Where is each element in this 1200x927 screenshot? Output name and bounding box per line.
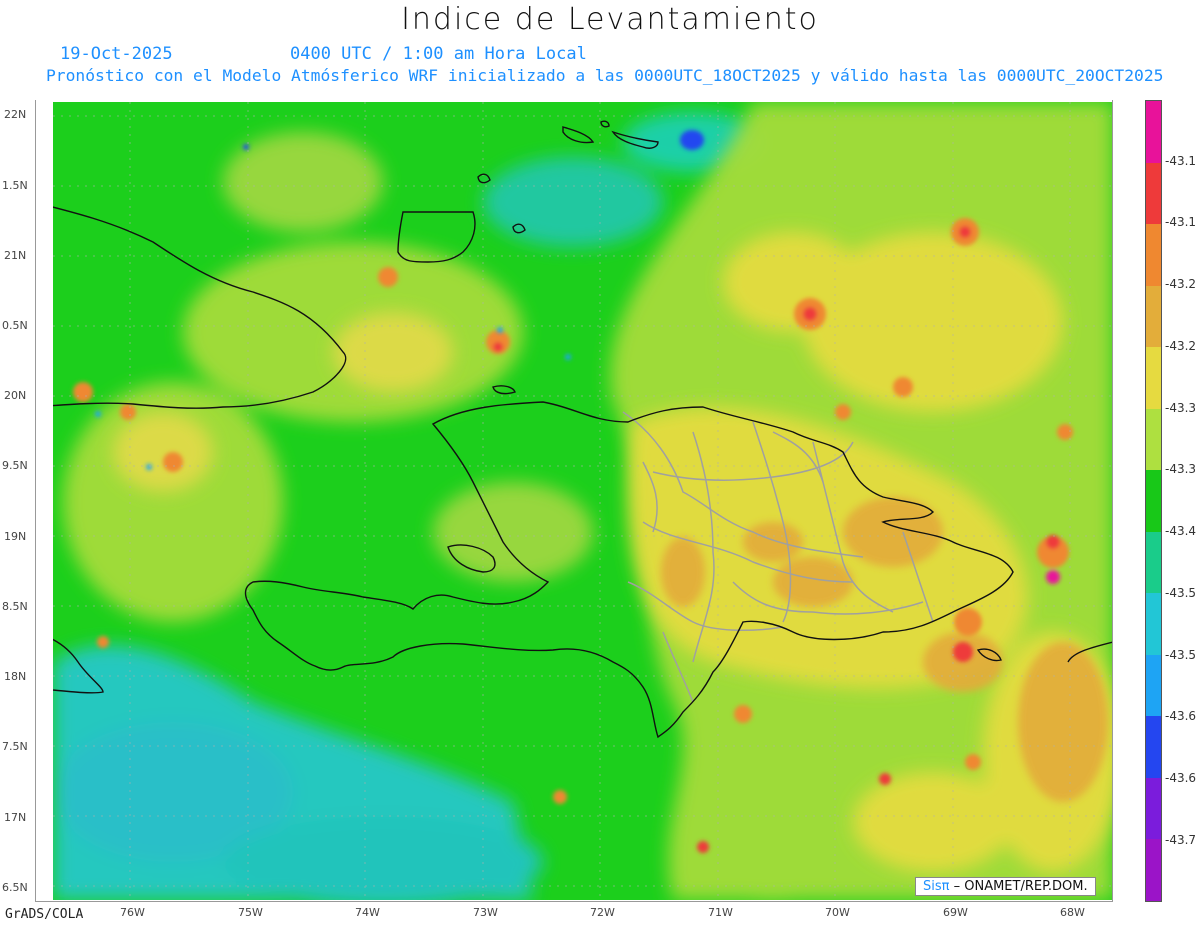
credit-text: – ONAMET/REP.DOM. [949, 879, 1088, 894]
colorbar-label: -43.6 [1165, 709, 1197, 723]
colorbar-label: -43.7 [1165, 833, 1197, 847]
forecast-time: 0400 UTC / 1:00 am Hora Local [290, 44, 587, 64]
colorbar-segment [1146, 101, 1161, 164]
colorbar-segment [1146, 716, 1161, 779]
credit-brand: Sisπ [923, 879, 950, 894]
colorbar-label: -43.5 [1165, 586, 1197, 600]
colorbar-segment [1146, 408, 1161, 471]
lon-label: 68W [1060, 906, 1085, 919]
colorbar [1145, 100, 1162, 902]
colorbar-segment [1146, 593, 1161, 656]
lat-label: 21N [4, 249, 27, 262]
lon-label: 76W [120, 906, 145, 919]
software-label: GrADS/COLA [5, 907, 84, 922]
colorbar-label: -43.2 [1165, 277, 1197, 291]
colorbar-segment [1146, 654, 1161, 717]
lat-label: 0.5N [2, 319, 28, 332]
lat-label: 9.5N [2, 459, 28, 472]
colorbar-segment [1146, 347, 1161, 410]
colorbar-segment [1146, 285, 1161, 348]
lon-label: 71W [708, 906, 733, 919]
lat-label: 18N [4, 670, 27, 683]
lat-label: 8.5N [2, 600, 28, 613]
lon-label: 73W [473, 906, 498, 919]
colorbar-label: -43.1 [1165, 154, 1197, 168]
map-title: Indice de Levantamiento [401, 2, 819, 37]
forecast-date: 19-Oct-2025 [60, 44, 173, 64]
colorbar-label: -43.6 [1165, 771, 1197, 785]
forecast-description: Pronóstico con el Modelo Atmósferico WRF… [46, 66, 1164, 85]
lon-label: 75W [238, 906, 263, 919]
lat-label: 7.5N [2, 740, 28, 753]
colorbar-segment [1146, 777, 1161, 840]
lat-label: 20N [4, 389, 27, 402]
lon-label: 74W [355, 906, 380, 919]
colorbar-label: -43.3 [1165, 462, 1197, 476]
lat-label: 19N [4, 530, 27, 543]
colorbar-label: -43.4 [1165, 524, 1197, 538]
lon-label: 72W [590, 906, 615, 919]
lat-label: 22N [4, 108, 27, 121]
colorbar-segment [1146, 224, 1161, 287]
lat-label: 6.5N [2, 881, 28, 894]
colorbar-label: -43.1 [1165, 215, 1197, 229]
lon-label: 70W [825, 906, 850, 919]
colorbar-label: -43.2 [1165, 339, 1197, 353]
credit-box: Sisπ – ONAMET/REP.DOM. [915, 877, 1096, 896]
colorbar-segment [1146, 470, 1161, 533]
colorbar-segment [1146, 531, 1161, 594]
colorbar-segment [1146, 839, 1161, 902]
lat-label: 1.5N [2, 179, 28, 192]
colorbar-segment [1146, 162, 1161, 225]
colorbar-label: -43.3 [1165, 401, 1197, 415]
map-frame [35, 100, 1113, 902]
colorbar-label: -43.5 [1165, 648, 1197, 662]
lon-label: 69W [943, 906, 968, 919]
lat-label: 17N [4, 811, 27, 824]
